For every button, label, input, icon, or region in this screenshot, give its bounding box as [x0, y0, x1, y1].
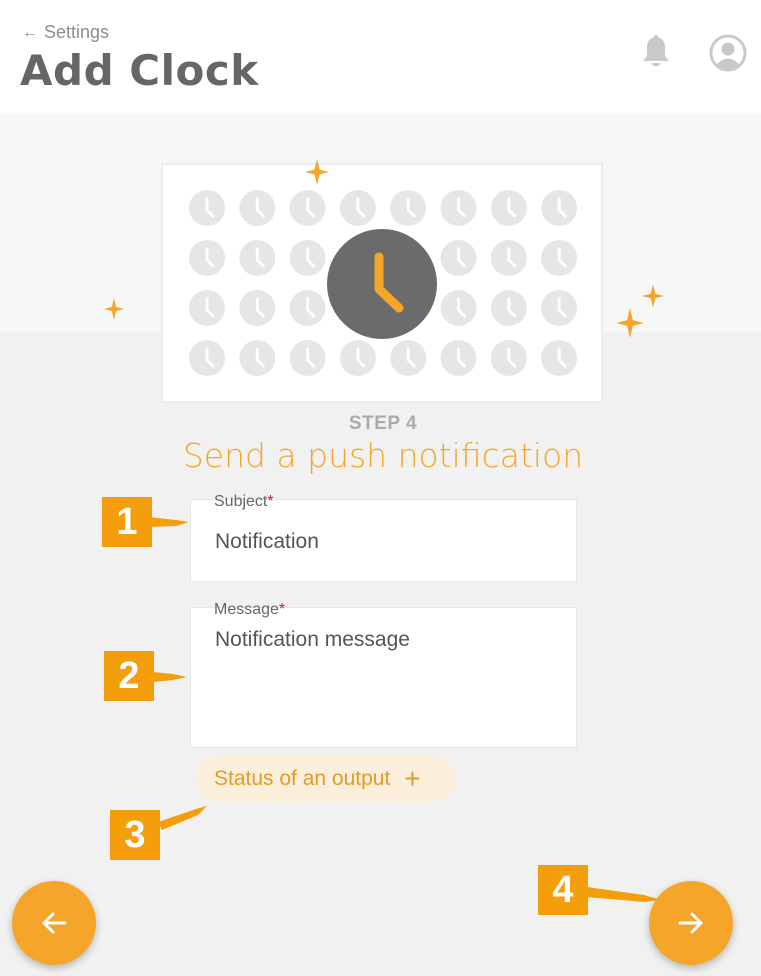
previous-step-button[interactable]: [12, 881, 96, 965]
subject-input-value[interactable]: Notification: [215, 530, 319, 554]
callout-badge-4: 4: [538, 865, 588, 915]
message-label: Message*: [214, 601, 286, 618]
required-mark: *: [267, 493, 274, 510]
add-output-status-chip[interactable]: Status of an output +: [196, 756, 456, 802]
sparkle-icon: [104, 298, 124, 320]
subject-label: Subject*: [214, 493, 274, 510]
app-header: ← Settings Add Clock: [0, 0, 761, 114]
arrow-right-icon: [678, 912, 703, 934]
callout-badge-2: 2: [104, 651, 154, 701]
required-mark: *: [278, 601, 286, 618]
next-step-button[interactable]: [649, 881, 733, 965]
step-label: STEP 4: [348, 413, 418, 434]
step-title: Send a push notification: [182, 436, 584, 475]
sparkle-icon: [642, 284, 664, 308]
clock-illustration: [161, 163, 603, 403]
message-input-value[interactable]: Notification message: [215, 628, 410, 652]
sparkle-icon: [305, 159, 329, 185]
chip-label: Status of an output: [214, 767, 391, 790]
callout-badge-3: 3: [110, 810, 160, 860]
bell-icon[interactable]: [640, 35, 672, 71]
message-field[interactable]: Message* Notification message: [190, 601, 577, 748]
back-to-settings-link[interactable]: ← Settings: [22, 22, 109, 43]
plus-icon: +: [404, 763, 421, 794]
sparkle-icon: [616, 308, 644, 338]
arrow-left-icon: [42, 912, 67, 934]
back-link-label: Settings: [44, 22, 110, 42]
subject-field[interactable]: Subject* Notification: [190, 493, 577, 582]
arrow-left-icon: ←: [22, 23, 38, 41]
user-avatar-icon[interactable]: [709, 34, 747, 72]
clock-grid-graphic: [189, 190, 578, 376]
page-title: Add Clock: [20, 46, 259, 95]
callout-badge-1: 1: [102, 497, 152, 547]
